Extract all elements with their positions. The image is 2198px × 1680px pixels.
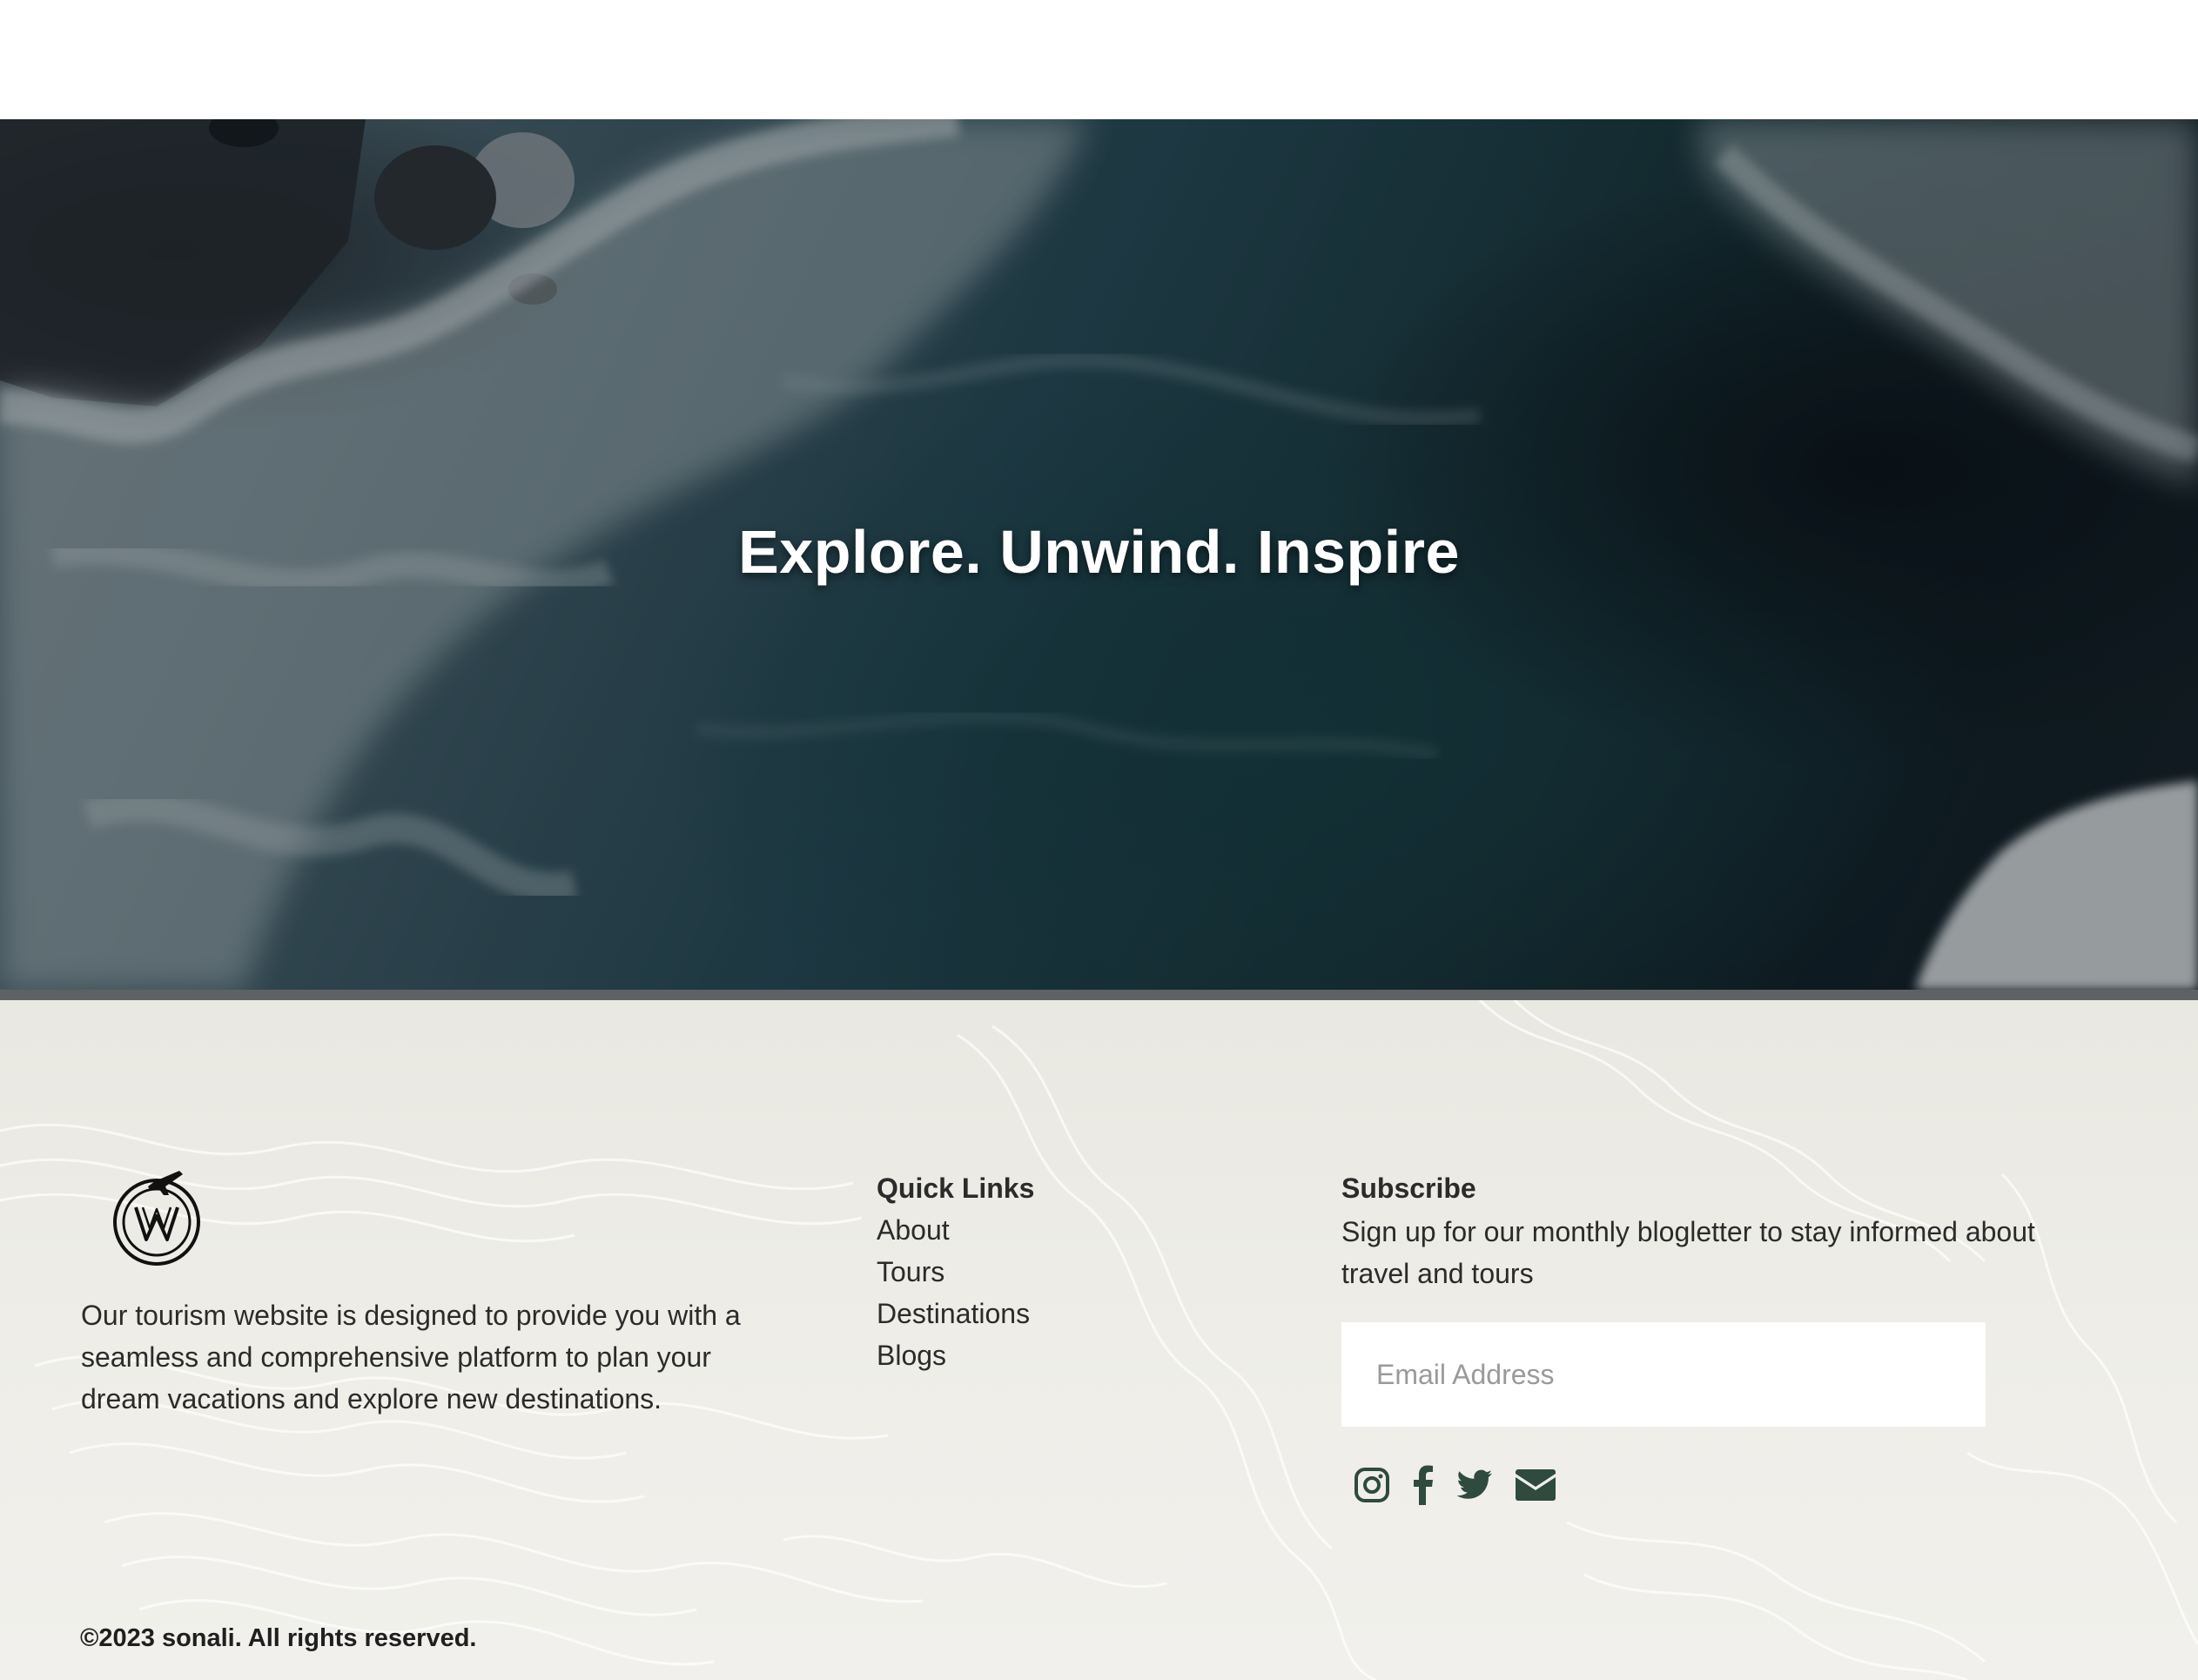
quick-link-tours[interactable]: Tours: [877, 1251, 1030, 1293]
envelope-icon[interactable]: [1516, 1469, 1556, 1501]
quick-links-heading: Quick Links: [877, 1173, 1035, 1204]
hero-title: Explore. Unwind. Inspire: [738, 518, 1460, 586]
subscribe-heading: Subscribe: [1341, 1173, 1476, 1204]
hero-section: Explore. Unwind. Inspire: [0, 119, 2198, 990]
social-links: [1354, 1463, 1578, 1507]
instagram-icon[interactable]: [1354, 1467, 1390, 1503]
email-input[interactable]: [1341, 1322, 1986, 1427]
copyright-text: ©2023 sonali. All rights reserved.: [80, 1624, 477, 1652]
subscribe-description: Sign up for our monthly blogletter to st…: [1341, 1216, 2035, 1289]
brand-logo[interactable]: [111, 1166, 207, 1270]
hero-divider: [0, 990, 2198, 1000]
twitter-icon[interactable]: [1456, 1469, 1493, 1501]
quick-links-list: About Tours Destinations Blogs: [877, 1209, 1030, 1376]
footer: Our tourism website is designed to provi…: [0, 1000, 2198, 1680]
quick-link-destinations[interactable]: Destinations: [877, 1293, 1030, 1334]
quick-link-about[interactable]: About: [877, 1209, 1030, 1251]
top-navbar: [0, 0, 2198, 119]
quick-link-blogs[interactable]: Blogs: [877, 1334, 1030, 1376]
facebook-icon[interactable]: [1413, 1465, 1434, 1505]
about-description: Our tourism website is designed to provi…: [81, 1300, 741, 1415]
